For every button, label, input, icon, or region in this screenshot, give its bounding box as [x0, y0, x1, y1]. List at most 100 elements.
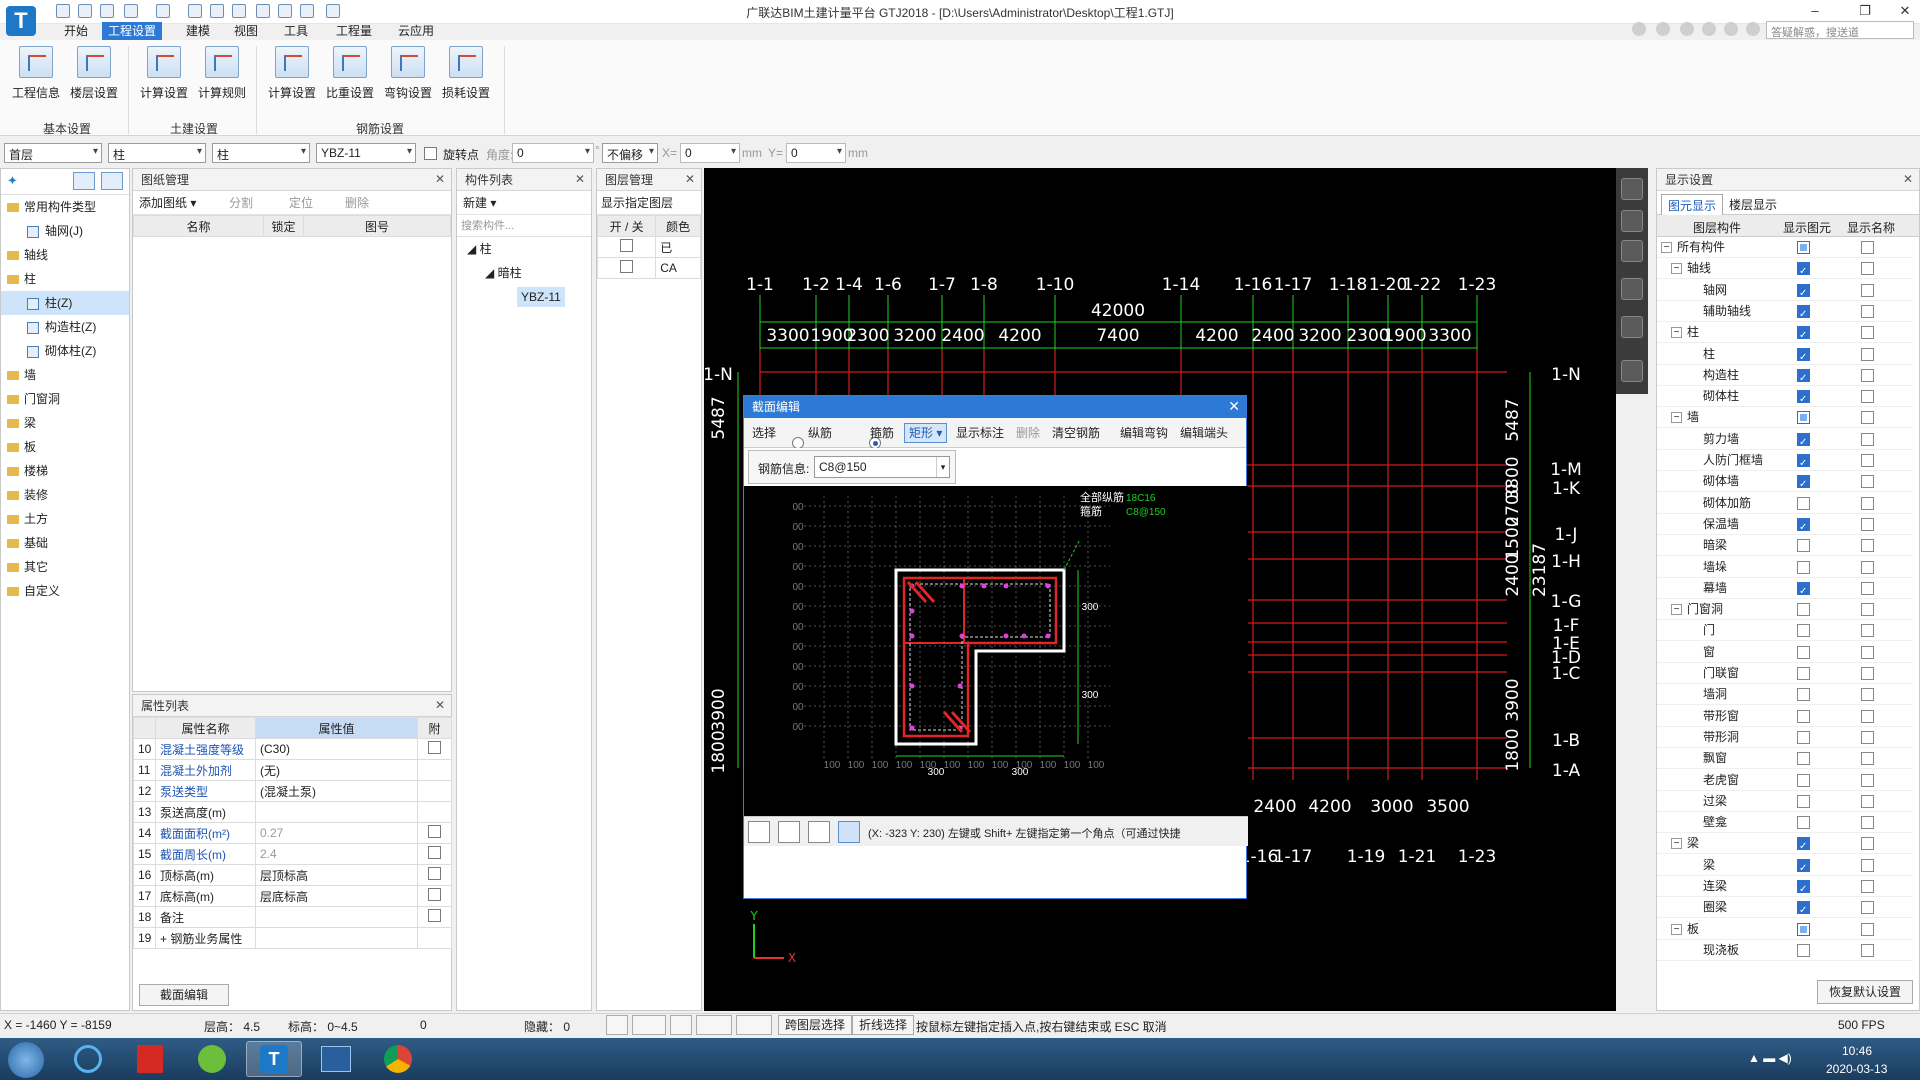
floor-settings-button[interactable]: 楼层设置 [66, 46, 122, 104]
display-row[interactable]: 飘窗 [1657, 748, 1913, 770]
layer-toggle[interactable] [620, 260, 634, 273]
display-row[interactable]: 构造柱 [1657, 365, 1913, 389]
menu-cloud[interactable]: 云应用 [392, 22, 440, 40]
show-element-checkbox[interactable] [1797, 283, 1810, 304]
shirt-icon[interactable] [1724, 22, 1738, 36]
show-name-checkbox[interactable] [1861, 517, 1874, 531]
display-row[interactable]: 连梁 [1657, 876, 1913, 900]
tree-node-hidden-column[interactable]: ◢ 暗柱 [457, 261, 591, 285]
show-name-checkbox[interactable] [1861, 475, 1874, 489]
angle-snap-icon[interactable] [696, 1015, 732, 1035]
display-row[interactable]: 砌体柱 [1657, 386, 1913, 410]
delete-rebar-button[interactable]: 删除 [1016, 418, 1040, 448]
display-row[interactable]: 窗 [1657, 642, 1913, 663]
show-element-checkbox[interactable] [1797, 603, 1810, 617]
type-select[interactable]: 柱 [212, 143, 310, 163]
display-row[interactable]: − 柱 [1657, 322, 1913, 346]
show-element-checkbox[interactable] [1797, 816, 1810, 830]
tree-item-stairs[interactable]: 楼梯 [1, 459, 129, 483]
display-row[interactable]: 老虎窗 [1657, 770, 1913, 791]
split-button[interactable]: 分割 [229, 191, 253, 215]
chat-icon[interactable] [1680, 22, 1694, 36]
tree-node-ybz11[interactable]: YBZ-11 [457, 285, 591, 309]
show-name-checkbox[interactable] [1861, 368, 1874, 382]
attach-checkbox[interactable] [428, 825, 441, 838]
calc-rules-button[interactable]: 计算规则 [194, 46, 250, 104]
property-row[interactable]: 11 混凝土外加剂 (无) [133, 759, 452, 781]
menu-start[interactable]: 开始 [58, 22, 94, 40]
display-row[interactable]: 剪力墙 [1657, 429, 1913, 453]
show-name-checkbox[interactable] [1861, 667, 1874, 680]
show-element-checkbox[interactable] [1797, 368, 1810, 389]
category-select[interactable]: 柱 [108, 143, 206, 163]
property-row[interactable]: 17 底标高(m) 层底标高 [133, 885, 452, 907]
close-icon[interactable]: ✕ [435, 172, 445, 186]
property-row[interactable]: 12 泵送类型 (混凝土泵) [133, 780, 452, 802]
shape-rect-select[interactable]: 矩形 ▾ [904, 423, 948, 443]
add-drawing-button[interactable]: 添加图纸 ▾ [139, 191, 196, 215]
help-search-input[interactable]: 答疑解惑，搜送道 [1766, 21, 1914, 39]
minimize-button[interactable]: – [1800, 2, 1830, 20]
ortho-mode-icon[interactable] [606, 1015, 628, 1035]
tab-floor-display[interactable]: 楼层显示 [1723, 194, 1783, 215]
display-row[interactable]: 过梁 [1657, 791, 1913, 812]
property-value[interactable]: 层顶标高 [255, 864, 418, 886]
restore-defaults-button[interactable]: 恢复默认设置 [1817, 980, 1913, 1004]
show-name-checkbox[interactable] [1861, 901, 1874, 915]
display-row[interactable]: 砌体加筋 [1657, 493, 1913, 514]
show-name-checkbox[interactable] [1861, 730, 1874, 744]
show-element-checkbox[interactable] [1797, 922, 1810, 936]
close-button[interactable]: ✕ [1890, 2, 1920, 20]
component-select[interactable]: YBZ-11 [316, 143, 416, 163]
close-icon[interactable]: ✕ [1903, 172, 1913, 186]
property-value[interactable]: 2.4 [255, 843, 418, 865]
property-value[interactable]: 0.27 [255, 822, 418, 844]
section-edit-button[interactable]: 截面编辑 [139, 984, 229, 1006]
cross-layer-select-button[interactable]: 跨图层选择 [778, 1015, 853, 1035]
tree-item-foundation[interactable]: 基础 [1, 531, 129, 555]
show-element-checkbox[interactable] [1797, 709, 1810, 723]
chrome-taskbar-icon[interactable] [370, 1041, 426, 1077]
layers-icon[interactable] [1621, 360, 1643, 382]
show-element-checkbox[interactable] [1797, 539, 1810, 553]
show-element-checkbox[interactable] [1797, 836, 1810, 857]
layer-toggle[interactable] [620, 239, 634, 252]
menu-quantities[interactable]: 工程量 [330, 22, 378, 40]
show-element-checkbox[interactable] [1797, 624, 1810, 638]
menu-view[interactable]: 视图 [228, 22, 264, 40]
ie-taskbar-icon[interactable] [60, 1041, 116, 1077]
display-row[interactable]: 砌体墙 [1657, 471, 1913, 495]
property-value[interactable]: 层底标高 [255, 885, 418, 907]
show-name-checkbox[interactable] [1861, 326, 1874, 340]
show-name-checkbox[interactable] [1861, 752, 1874, 766]
display-row[interactable]: − 轴线 [1657, 258, 1913, 282]
show-name-checkbox[interactable] [1861, 688, 1874, 702]
tree-item-beam[interactable]: 梁 [1, 411, 129, 435]
show-name-checkbox[interactable] [1861, 880, 1874, 893]
property-row[interactable]: 18 备注 [133, 906, 452, 928]
property-row[interactable]: 19 + 钢筋业务属性 [133, 927, 452, 949]
show-element-checkbox[interactable] [1797, 900, 1810, 921]
property-value[interactable] [255, 906, 418, 928]
tree-item-column-group[interactable]: 柱 [1, 267, 129, 291]
show-name-checkbox[interactable] [1861, 304, 1874, 318]
show-name-checkbox[interactable] [1861, 709, 1874, 723]
display-row[interactable]: 暗梁 [1657, 535, 1913, 557]
display-row[interactable]: 幕墙 [1657, 578, 1913, 602]
display-row[interactable]: 人防门框墙 [1657, 450, 1913, 474]
clear-rebar-button[interactable]: 清空钢筋 [1052, 418, 1100, 448]
top-view-icon[interactable] [1621, 240, 1643, 262]
edit-hook-button[interactable]: 编辑弯钩 [1120, 418, 1168, 448]
attach-checkbox[interactable] [428, 888, 441, 901]
bell-icon[interactable] [1656, 22, 1670, 36]
show-name-checkbox[interactable] [1861, 262, 1874, 276]
pin-icon[interactable]: ✦ [7, 173, 18, 189]
y-offset-input[interactable]: 0 [786, 143, 846, 163]
show-element-checkbox[interactable] [1797, 347, 1810, 368]
property-row[interactable]: 14 截面面积(m²) 0.27 [133, 822, 452, 844]
tree-item-decoration[interactable]: 装修 [1, 483, 129, 507]
acrobat-taskbar-icon[interactable] [122, 1041, 178, 1077]
section-drawing[interactable]: 00 00 00 00 00 00 00 00 00 00 00 00 100 100 100 100 100 1… [744, 486, 1248, 816]
collapse-icon[interactable]: − [1671, 838, 1682, 850]
user-icon[interactable] [1632, 22, 1646, 36]
